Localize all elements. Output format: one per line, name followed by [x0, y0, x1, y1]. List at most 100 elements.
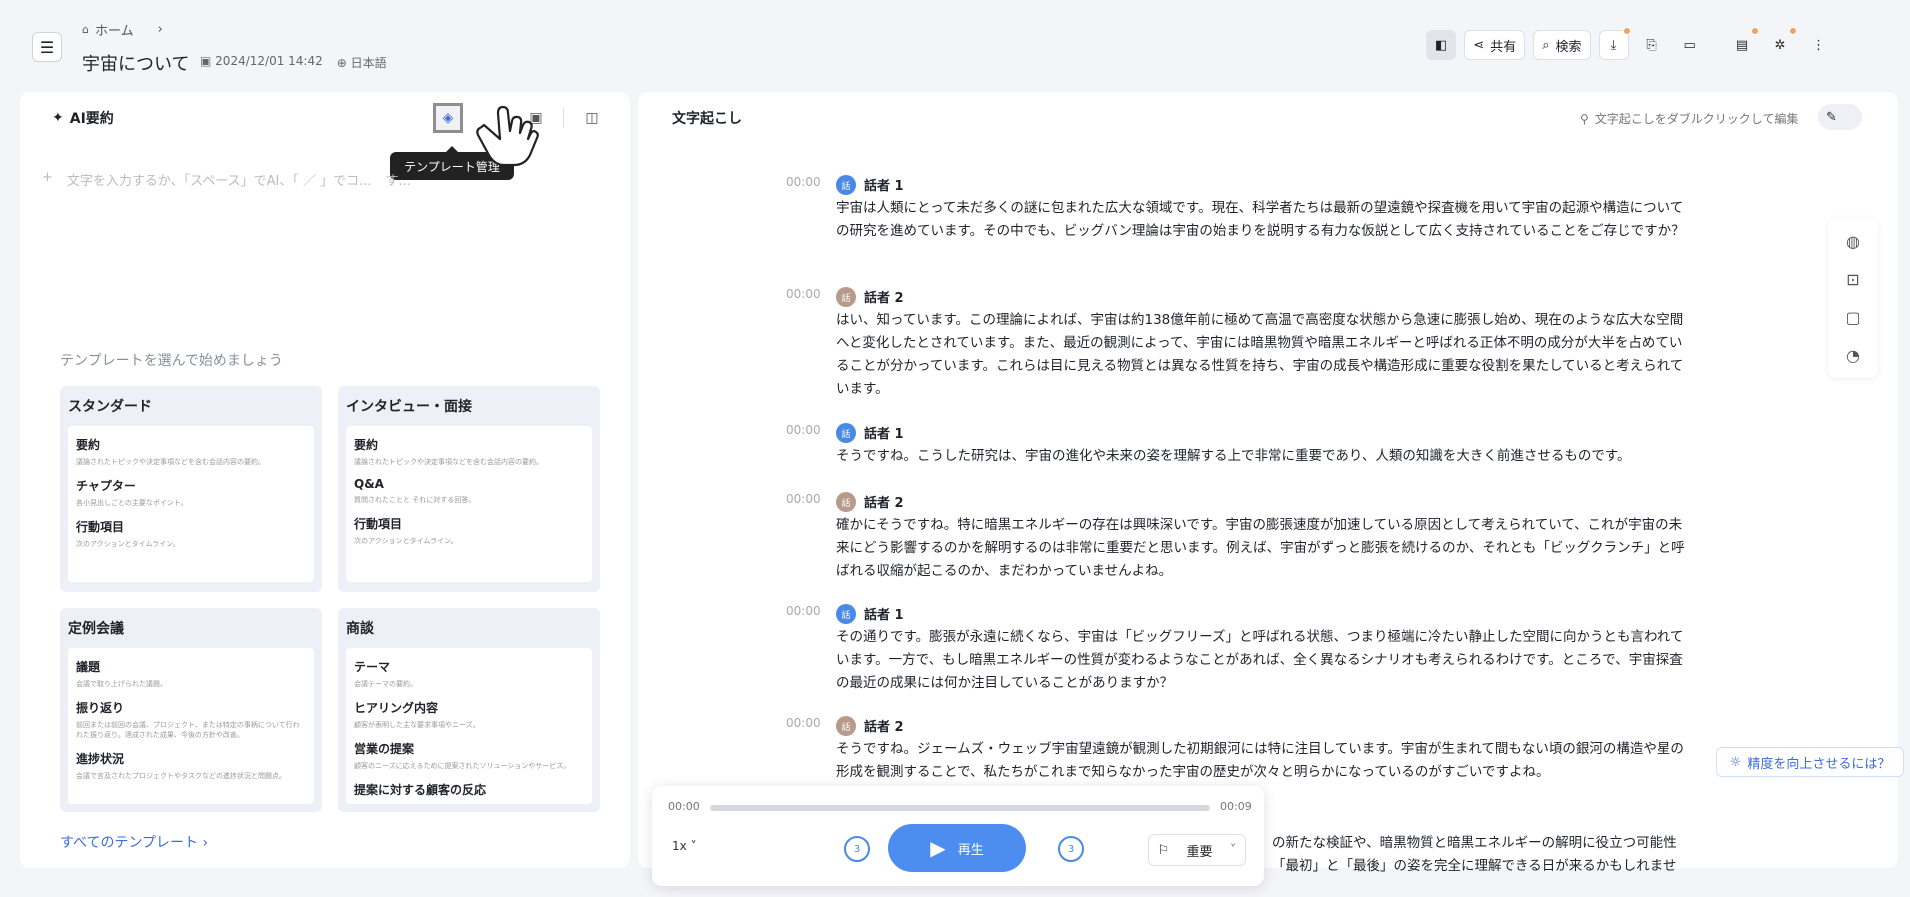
export-button[interactable]: ⎘	[1637, 30, 1667, 60]
template-card-interview[interactable]: インタビュー・面接 要約 議論されたトピックや決定事項などを含む会話内容の要約。…	[338, 386, 600, 592]
transcript-segment[interactable]: 00:00 話 話者 2 はい、知っています。この理論によれば、宇宙は約138億…	[786, 287, 1686, 399]
search-icon: ⌕	[1542, 37, 1550, 53]
save-button[interactable]: ▤	[1727, 27, 1760, 60]
layout-icon: ◧	[1435, 37, 1448, 53]
timestamp[interactable]: 00:00	[786, 716, 821, 730]
card-item-title: 要約	[354, 438, 379, 452]
sidebar-collapse-icon: ◫	[585, 110, 599, 126]
summary-editor[interactable]: + 文字を入力するか、「スペース」でAI、「 ／ 」でコ... す...	[42, 170, 411, 189]
pie-chart-icon[interactable]: ◔	[1846, 346, 1860, 365]
segment-text[interactable]: はい、知っています。この理論によれば、宇宙は約138億年前に極めて高温で高密度な…	[836, 309, 1688, 401]
more-button[interactable]: ⋮	[1803, 30, 1834, 60]
ai-summary-title: ✦ AI要約	[52, 108, 114, 128]
share-button[interactable]: ⋖ 共有	[1464, 30, 1526, 60]
editor-placeholder: 文字を入力するか、「スペース」でAI、「 ／ 」でコ...	[66, 174, 372, 189]
speed-select[interactable]: 1x ˅	[672, 839, 697, 853]
audio-player: 00:00 00:09 1x ˅ 3 ▶ 再生 3 ⚐ 重要 ˅	[652, 786, 1264, 886]
important-label: 重要	[1186, 844, 1213, 860]
timestamp[interactable]: 00:00	[786, 423, 821, 437]
skip-back-button[interactable]: 3	[844, 836, 870, 862]
card-item-desc: 議論されたトピックや決定事項などを含む会話内容の要約。	[76, 458, 265, 466]
folder-icon: ▭	[1683, 37, 1696, 53]
home-icon: ⌂	[82, 23, 89, 36]
calendar-icon: ▣	[200, 54, 212, 68]
transcript-segment[interactable]: 00:00 話 話者 1 そうですね。こうした研究は、宇宙の進化や未来の姿を理解…	[786, 423, 1686, 469]
all-templates-link[interactable]: すべてのテンプレート ›	[60, 832, 208, 852]
side-toolbar: ◍ ⊡ ▢ ◔	[1828, 218, 1878, 378]
ai-tools-button[interactable]: ✲	[1765, 27, 1798, 60]
doc-language[interactable]: 日本語	[351, 56, 387, 70]
template-card-sales[interactable]: 商談 テーマ 会議テーマの要約。 ヒアリング内容 顧客が表明した主な要求事項やニ…	[338, 608, 600, 812]
bookmark-add-icon[interactable]: ⊡	[1846, 270, 1859, 289]
partial-segment-text[interactable]: の新たな検証や、暗黒物質と暗黒エネルギーの解明に役立つ可能性 「最初」と「最後」…	[1272, 832, 1692, 872]
transcript-segment[interactable]: 00:00 話 話者 1 宇宙は人類にとって未だ多くの謎に包まれた広大な領域です…	[786, 175, 1686, 265]
folder-button[interactable]: ▭	[1675, 30, 1705, 60]
improve-accuracy-button[interactable]: ☼ 精度を向上させるには？	[1716, 747, 1904, 777]
timestamp[interactable]: 00:00	[786, 287, 821, 301]
template-card-regular-meeting[interactable]: 定例会議 議題 会議で取り上げられた議題。 振り返り 前回または前回の会議、プロ…	[60, 608, 322, 812]
speaker-name[interactable]: 話者 2	[864, 287, 904, 306]
templates-heading: テンプレートを選んで始めましょう	[60, 353, 283, 369]
doc-date: 2024/12/01 14:42	[215, 54, 323, 68]
segment-text[interactable]: そうですね。こうした研究は、宇宙の進化や未来の姿を理解する上で非常に重要であり、…	[836, 445, 1688, 468]
download-button[interactable]: ⤓	[1598, 27, 1631, 60]
card-item-title: 行動項目	[354, 517, 403, 531]
speaker-name[interactable]: 話者 2	[864, 492, 904, 511]
speaker-avatar: 話	[836, 287, 856, 307]
card-body: 議題 会議で取り上げられた議題。 振り返り 前回または前回の会議、プロジェクト、…	[68, 648, 314, 804]
card-item-desc: 次のアクションとタイムライン。	[76, 540, 180, 548]
play-button[interactable]: ▶ 再生	[888, 824, 1026, 872]
speaker-name[interactable]: 話者 1	[864, 423, 904, 442]
segment-text[interactable]: その通りです。膨張が永遠に続くなら、宇宙は「ビッグフリーズ」と呼ばれる状態、つま…	[836, 626, 1688, 695]
speaker-name[interactable]: 話者 2	[864, 716, 904, 735]
card-item-title: チャプター	[76, 479, 136, 493]
speaker-avatar: 話	[836, 423, 856, 443]
speaker-name[interactable]: 話者 1	[864, 604, 904, 623]
segment-text[interactable]: そうですね。ジェームズ・ウェッブ宇宙望遠鏡が観測した初期銀河には特に注目していま…	[836, 738, 1688, 784]
template-card-standard[interactable]: スタンダード 要約 議論されたトピックや決定事項などを含む会話内容の要約。 チャ…	[60, 386, 322, 592]
card-item-desc: 質問されたことと それに対する回答。	[354, 496, 476, 504]
transcript-segment[interactable]: 00:00 話 話者 2 確かにそうですね。特に暗黒エネルギーの存在は興味深いで…	[786, 492, 1686, 582]
progress-bar[interactable]	[710, 805, 1210, 811]
card-body: テーマ 会議テーマの要約。 ヒアリング内容 顧客が表明した主な要求事項やニーズ。…	[346, 648, 592, 804]
transcript-segment[interactable]: 00:00 話 話者 2 そうですね。ジェームズ・ウェッブ宇宙望遠鏡が観測した初…	[786, 716, 1686, 784]
card-item-title: 要約	[76, 438, 101, 452]
skip-forward-button[interactable]: 3	[1058, 836, 1084, 862]
translate-icon[interactable]: ◍	[1846, 232, 1860, 251]
card-item-desc: 会議テーマの要約。	[354, 680, 417, 688]
hand-cursor-icon	[476, 105, 539, 167]
template-manage-button[interactable]: ◈	[433, 103, 463, 133]
layout-toggle-button[interactable]: ◧	[1426, 30, 1457, 60]
timestamp[interactable]: 00:00	[786, 492, 821, 506]
card-item-title: 進捗状況	[76, 752, 125, 766]
collapse-panel-button[interactable]: ◫	[578, 104, 606, 132]
segment-text[interactable]: 宇宙は人類にとって未だ多くの謎に包まれた広大な領域です。現在、科学者たちは最新の…	[836, 197, 1688, 243]
segment-text[interactable]: 確かにそうですね。特に暗黒エネルギーの存在は興味深いです。宇宙の膨張速度が加速し…	[836, 514, 1688, 583]
chevron-down-icon[interactable]: ˅	[1230, 843, 1237, 858]
card-body: 要約 議論されたトピックや決定事項などを含む会話内容の要約。 Q&A 質問された…	[346, 426, 592, 582]
plus-icon: +	[42, 170, 53, 185]
edit-hint: ⚲ 文字起こしをダブルクリックして編集	[1580, 110, 1798, 127]
timestamp[interactable]: 00:00	[786, 175, 821, 189]
skip-back-value: 3	[853, 843, 861, 855]
breadcrumb-home[interactable]: ホーム	[95, 20, 134, 39]
card-title: 商談	[346, 621, 374, 637]
transcript-segment[interactable]: 00:00 話 話者 1 その通りです。膨張が永遠に続くなら、宇宙は「ビッグフリ…	[786, 604, 1686, 694]
important-button[interactable]: ⚐ 重要 ˅	[1148, 834, 1246, 866]
menu-button[interactable]: ☰	[32, 32, 62, 62]
edit-mode-toggle[interactable]: ✎	[1818, 104, 1862, 130]
page-title[interactable]: 宇宙について	[82, 50, 189, 76]
notification-dot	[1751, 27, 1760, 35]
card-item-title: 議題	[76, 660, 101, 674]
search-label: 検索	[1555, 39, 1582, 55]
search-button[interactable]: ⌕ 検索	[1533, 30, 1591, 60]
card-item-desc: 各小見出しごとの主要なポイント。	[76, 499, 188, 507]
card-item-desc: 議論されたトピックや決定事項などを含む会話内容の要約。	[354, 458, 543, 466]
total-time: 00:09	[1220, 800, 1252, 813]
timestamp[interactable]: 00:00	[786, 604, 821, 618]
speaker-name[interactable]: 話者 1	[864, 175, 904, 194]
card-item-desc: 次のアクションとタイムライン。	[354, 537, 458, 545]
comment-icon[interactable]: ▢	[1845, 308, 1860, 327]
notification-dot	[1622, 27, 1631, 35]
download-icon: ⤓	[1610, 37, 1617, 53]
